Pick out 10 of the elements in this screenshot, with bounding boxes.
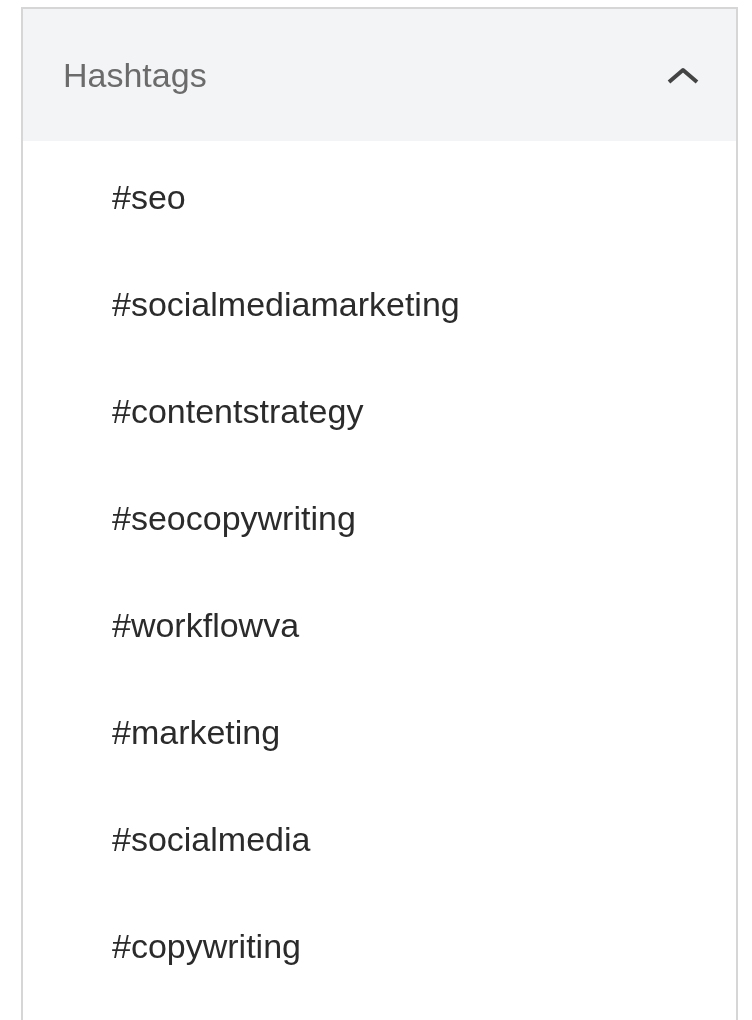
hashtag-link[interactable]: #workflowva bbox=[112, 605, 300, 712]
section-header[interactable]: Hashtags bbox=[23, 9, 736, 141]
hashtag-link[interactable]: #contentstrategy bbox=[112, 391, 364, 498]
hashtag-link[interactable]: #seo bbox=[112, 177, 186, 284]
hashtag-link[interactable]: #socialmediamarketing bbox=[112, 284, 460, 391]
hashtag-link[interactable]: #seocopywriting bbox=[112, 498, 356, 605]
hashtag-link[interactable]: #marketing bbox=[112, 712, 281, 819]
chevron-up-icon bbox=[666, 65, 700, 85]
hashtag-link[interactable]: #copywriting bbox=[112, 926, 301, 1020]
hashtag-link[interactable]: #socialmedia bbox=[112, 819, 311, 926]
